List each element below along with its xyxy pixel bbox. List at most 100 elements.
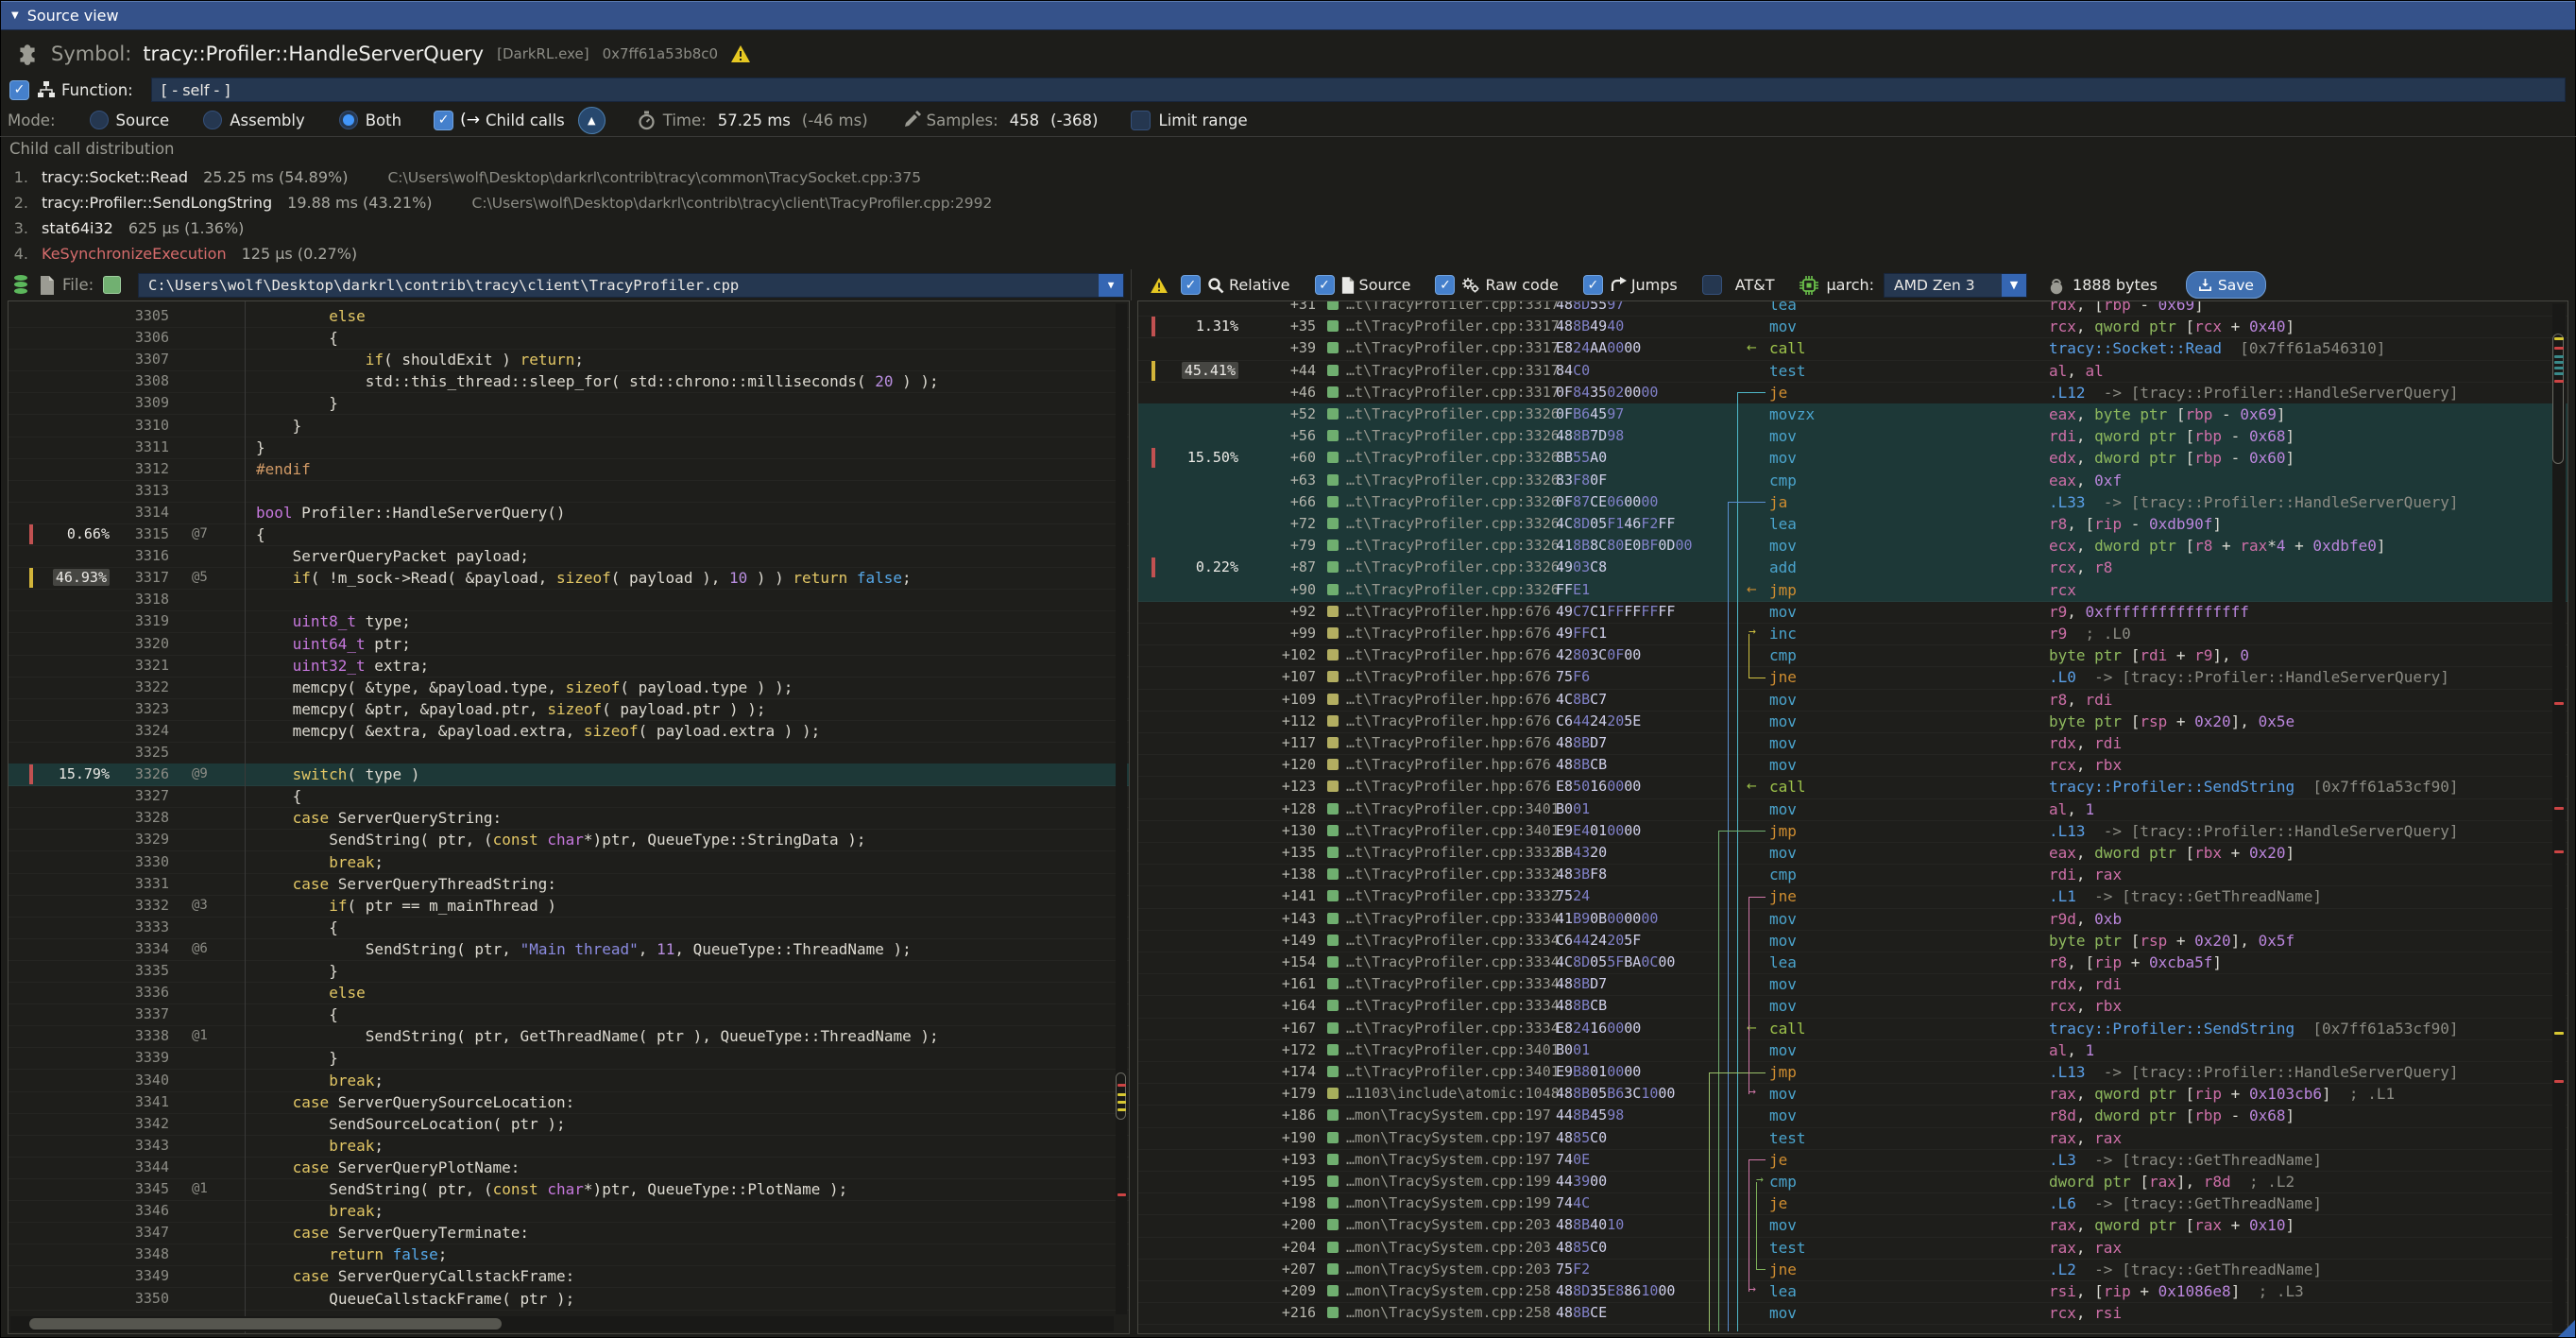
source-row[interactable]: 3347case ServerQueryTerminate: [9,1222,1129,1244]
source-row[interactable]: 3310} [9,415,1129,437]
child-call-item[interactable]: 4.KeSynchronizeExecution125 μs (0.27%) [0,241,2576,266]
source-row[interactable]: 3321uint32_t extra; [9,655,1129,678]
asm-row[interactable]: +204…mon\TracySystem.cpp:2034885C0testra… [1138,1237,2567,1260]
asm-row[interactable]: +109…t\TracyProfiler.hpp:6764C8BC7movr8,… [1138,689,2567,712]
asm-row[interactable]: +90…t\TracyProfiler.cpp:3326FFE1←jmprcx [1138,579,2567,602]
source-row[interactable]: 3333{ [9,917,1129,939]
source-hscrollbar-thumb[interactable] [29,1318,502,1329]
asm-row[interactable]: +52…t\TracyProfiler.cpp:33260FB64597movz… [1138,403,2567,426]
source-vscrollbar-thumb[interactable] [1116,1072,1126,1120]
limit-range-checkbox[interactable] [1131,111,1151,130]
asm-row[interactable]: +63…t\TracyProfiler.cpp:332683F80Fcmpeax… [1138,470,2567,492]
asm-row[interactable]: +123…t\TracyProfiler.hpp:676E850160000←c… [1138,776,2567,798]
asm-row[interactable]: +149…t\TracyProfiler.cpp:3334C64424205Fm… [1138,930,2567,952]
raw-code-toggle[interactable]: ✓ Raw code [1435,275,1558,295]
asm-row[interactable]: +141…t\TracyProfiler.cpp:33327524jne.L1 … [1138,885,2567,908]
source-row[interactable]: 3335} [9,960,1129,983]
source-row[interactable]: 3323memcpy( &ptr, &payload.ptr, sizeof( … [9,698,1129,721]
asm-row[interactable]: +138…t\TracyProfiler.cpp:3332483BF8cmprd… [1138,864,2567,886]
assembly-pane[interactable]: +31…t\TracyProfiler.cpp:3317488D5597lear… [1137,300,2568,1334]
source-row[interactable]: 3348return false; [9,1244,1129,1266]
uarch-combo-arrow-icon[interactable]: ▼ [2002,274,2026,297]
asm-row[interactable]: 45.41%+44…t\TracyProfiler.cpp:331784C0te… [1138,360,2567,383]
asm-row[interactable]: +167…t\TracyProfiler.cpp:3334E824160000←… [1138,1018,2567,1040]
source-row[interactable]: 3332@3if( ptr == m_mainThread ) [9,895,1129,918]
titlebar[interactable]: ▼ Source view [1,1,2575,30]
asm-row[interactable]: +195…mon\TracySystem.cpp:199443900cmpdwo… [1138,1171,2567,1193]
asm-row[interactable]: +193…mon\TracySystem.cpp:197740Eje.L3 ->… [1138,1149,2567,1172]
asm-row[interactable]: +107…t\TracyProfiler.hpp:67675F6jne.L0 -… [1138,666,2567,689]
source-row[interactable]: 3342SendSourceLocation( ptr ); [9,1113,1129,1136]
source-row[interactable]: 3341case ServerQuerySourceLocation: [9,1091,1129,1114]
child-call-item[interactable]: 2.tracy::Profiler::SendLongString19.88 m… [0,190,2576,215]
source-row[interactable]: 3306{ [9,327,1129,350]
source-row[interactable]: 3312#endif [9,458,1129,481]
source-row[interactable]: 3337{ [9,1004,1129,1026]
asm-vscrollbar-thumb[interactable] [2552,334,2564,464]
file-combo-arrow-icon[interactable]: ▼ [1099,274,1123,297]
asm-row[interactable]: +117…t\TracyProfiler.hpp:676488BD7movrdx… [1138,732,2567,755]
source-row[interactable]: 3305else [9,305,1129,328]
source-pane[interactable]: 3305else3306{3307if( shouldExit ) return… [8,300,1130,1334]
asm-row[interactable]: +46…t\TracyProfiler.cpp:33170F8435020000… [1138,382,2567,404]
source-row[interactable]: 3327{ [9,785,1129,808]
asm-row[interactable]: +130…t\TracyProfiler.cpp:3401E9E4010000j… [1138,820,2567,843]
asm-row[interactable]: +164…t\TracyProfiler.cpp:3334488BCBmovrc… [1138,995,2567,1018]
uarch-combo[interactable]: AMD Zen 3 ▼ [1884,273,2027,298]
file-combo[interactable]: C:\Users\wolf\Desktop\darkrl\contrib\tra… [138,273,1124,298]
source-row[interactable]: 3307if( shouldExit ) return; [9,349,1129,371]
asm-row[interactable]: +79…t\TracyProfiler.cpp:3326418B8C80E0BF… [1138,535,2567,558]
source-vscrollbar[interactable] [1116,303,1127,1314]
function-checkbox[interactable]: ✓ [9,80,29,100]
source-row[interactable]: 3330break; [9,851,1129,874]
source-row[interactable]: 3325 [9,742,1129,764]
asm-row[interactable]: +120…t\TracyProfiler.hpp:676488BCBmovrcx… [1138,754,2567,777]
asm-row[interactable]: +161…t\TracyProfiler.cpp:3334488BD7movrd… [1138,973,2567,996]
collapse-child-calls-button[interactable]: ▲ [578,107,606,134]
asm-row[interactable]: +143…t\TracyProfiler.cpp:333441B90B00000… [1138,908,2567,931]
source-row[interactable]: 3344case ServerQueryPlotName: [9,1157,1129,1179]
mode-radio-source[interactable]: Source [90,111,170,129]
function-combo[interactable]: [ - self - ] [151,77,2566,102]
asm-row[interactable]: +112…t\TracyProfiler.hpp:676C64424205Emo… [1138,711,2567,733]
asm-row[interactable]: +172…t\TracyProfiler.cpp:3401B001moval, … [1138,1039,2567,1062]
mode-radio-assembly[interactable]: Assembly [203,111,305,129]
asm-row[interactable]: 0.22%+87…t\TracyProfiler.cpp:33264903C8a… [1138,557,2567,579]
source-row[interactable]: 3338@1SendString( ptr, GetThreadName( pt… [9,1025,1129,1048]
source-row[interactable]: 3336else [9,982,1129,1004]
source-row[interactable]: 3319uint8_t type; [9,610,1129,633]
asm-row[interactable]: +31…t\TracyProfiler.cpp:3317488D5597lear… [1138,300,2567,317]
relative-toggle[interactable]: ✓ Relative [1181,275,1290,295]
source-row[interactable]: 3313 [9,480,1129,503]
resize-grip[interactable] [2558,1320,2575,1337]
asm-row[interactable]: 1.31%+35…t\TracyProfiler.cpp:3317488B494… [1138,316,2567,338]
source-row[interactable]: 46.93%3317@5if( !m_sock->Read( &payload,… [9,567,1129,590]
asm-row[interactable]: 15.50%+60…t\TracyProfiler.cpp:33268B55A0… [1138,447,2567,470]
source-row[interactable]: 15.79%3326@9switch( type ) [9,763,1129,786]
source-row[interactable]: 3322memcpy( &type, &payload.type, sizeof… [9,677,1129,699]
source-row[interactable]: 3308std::this_thread::sleep_for( std::ch… [9,370,1129,393]
asm-row[interactable]: +39…t\TracyProfiler.cpp:3317E824AA0000←c… [1138,337,2567,360]
source-row[interactable]: 3328case ServerQueryString: [9,807,1129,830]
asm-row[interactable]: +154…t\TracyProfiler.cpp:33344C8D055FBA0… [1138,952,2567,974]
asm-row[interactable]: +179…1103\include\atomic:1048488B05B63C1… [1138,1083,2567,1106]
source-row[interactable]: 3311} [9,437,1129,459]
source-row[interactable]: 3345@1SendString( ptr, (const char*)ptr,… [9,1178,1129,1201]
source-row[interactable]: 3320uint64_t ptr; [9,633,1129,656]
source-row[interactable]: 3349case ServerQueryCallstackFrame: [9,1265,1129,1288]
asm-row[interactable]: +174…t\TracyProfiler.cpp:3401E9B8010000j… [1138,1061,2567,1084]
source-row[interactable]: 3331case ServerQueryThreadString: [9,873,1129,896]
source-row[interactable]: 3339} [9,1047,1129,1070]
asm-row[interactable]: +72…t\TracyProfiler.cpp:33264C8D05F146F2… [1138,513,2567,536]
source-row[interactable]: 3324memcpy( &extra, &payload.extra, size… [9,720,1129,743]
asm-row[interactable]: +135…t\TracyProfiler.cpp:33328B4320movea… [1138,842,2567,865]
asm-row[interactable]: +207…mon\TracySystem.cpp:20375F2jne.L2 -… [1138,1259,2567,1281]
source-row[interactable]: 3346break; [9,1200,1129,1223]
source-row[interactable]: 3318 [9,589,1129,611]
asm-row[interactable]: +56…t\TracyProfiler.cpp:3326488B7D98movr… [1138,425,2567,448]
source-row[interactable]: 3316ServerQueryPacket payload; [9,545,1129,568]
att-toggle[interactable]: AT&T [1702,275,1775,295]
asm-row[interactable]: +102…t\TracyProfiler.hpp:67642803C0F00cm… [1138,644,2567,667]
asm-row[interactable]: +198…mon\TracySystem.cpp:199744Cje.L6 ->… [1138,1192,2567,1215]
source-row[interactable]: 3343break; [9,1135,1129,1158]
